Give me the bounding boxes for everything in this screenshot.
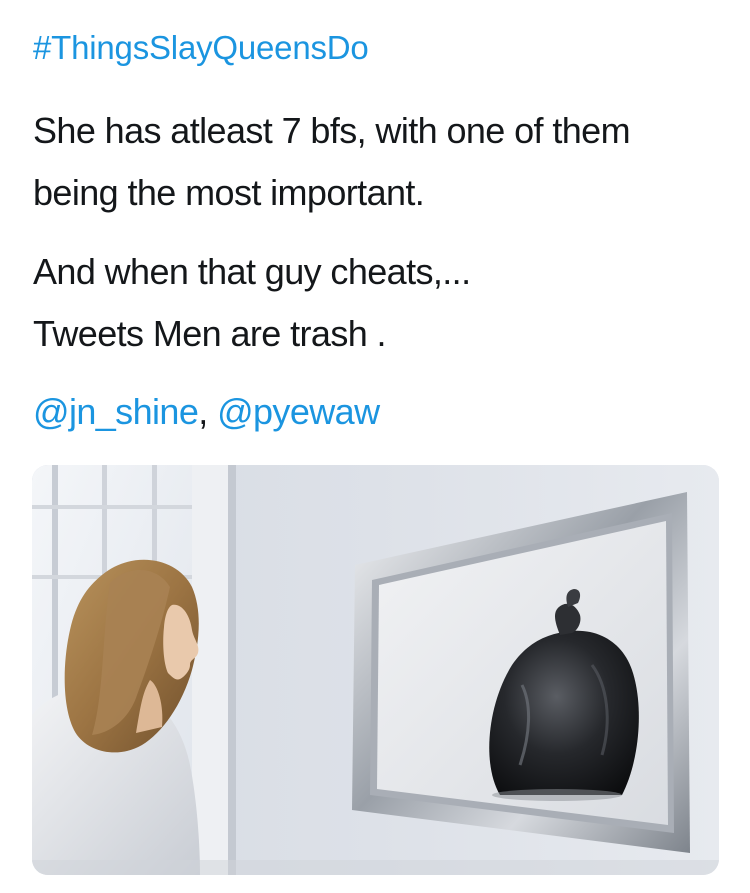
- tweet-text-line: Tweets Men are trash .: [33, 313, 387, 354]
- tweet-media-image[interactable]: [32, 465, 719, 875]
- woman-mirror-trash-bag-photo: [32, 465, 719, 875]
- tweet-text-line: She has atleast 7 bfs, with one of them: [33, 110, 631, 151]
- hashtag-link[interactable]: #ThingsSlayQueensDo: [33, 26, 369, 70]
- mention-link[interactable]: @pyewaw: [217, 391, 380, 432]
- mention-separator: ,: [198, 391, 218, 432]
- tweet: #ThingsSlayQueensDo She has atleast 7 bf…: [0, 0, 750, 893]
- mention-link[interactable]: @jn_shine: [33, 391, 199, 432]
- tweet-text-line: being the most important.: [33, 172, 425, 213]
- tweet-text-line: And when that guy cheats,...: [33, 251, 471, 292]
- mentions: @jn_shine, @pyewaw: [33, 384, 380, 440]
